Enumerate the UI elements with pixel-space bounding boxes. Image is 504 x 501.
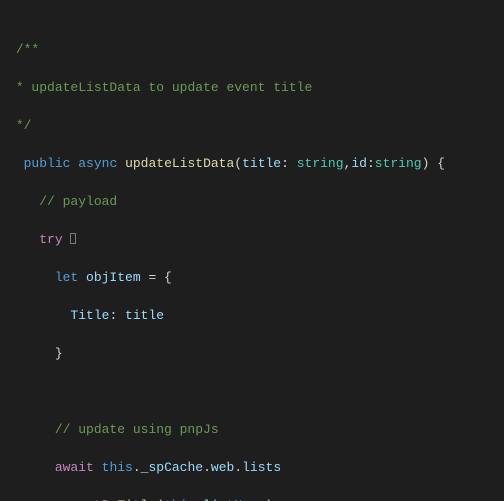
code-line[interactable]: await this._spCache.web.lists bbox=[4, 458, 504, 477]
code-line[interactable] bbox=[4, 382, 504, 401]
comment: * updateListData to update event title bbox=[16, 80, 312, 95]
keyword: async bbox=[78, 156, 117, 171]
variable: objItem bbox=[86, 270, 141, 285]
member: web bbox=[211, 460, 234, 475]
code-line[interactable]: public async updateListData(title: strin… bbox=[4, 154, 504, 173]
code-line[interactable]: let objItem = { bbox=[4, 268, 504, 287]
comment: */ bbox=[16, 118, 32, 133]
code-content[interactable]: /** * updateListData to update event tit… bbox=[4, 0, 504, 501]
property: Title bbox=[70, 308, 109, 323]
keyword: await bbox=[55, 460, 94, 475]
code-line[interactable]: * updateListData to update event title bbox=[4, 78, 504, 97]
comment: // update using pnpJs bbox=[55, 422, 219, 437]
comment: /** bbox=[16, 42, 39, 57]
variable: title bbox=[125, 308, 164, 323]
code-line[interactable]: } bbox=[4, 344, 504, 363]
code-editor[interactable]: /** * updateListData to update event tit… bbox=[0, 0, 504, 501]
code-line[interactable]: /** bbox=[4, 40, 504, 59]
param: title bbox=[242, 156, 281, 171]
code-line[interactable]: try bbox=[4, 230, 504, 249]
type: string bbox=[297, 156, 344, 171]
code-line[interactable]: // update using pnpJs bbox=[4, 420, 504, 439]
param: id bbox=[351, 156, 367, 171]
code-line[interactable]: Title: title bbox=[4, 306, 504, 325]
member: lists bbox=[242, 460, 281, 475]
keyword: this bbox=[102, 460, 133, 475]
type: string bbox=[375, 156, 422, 171]
member: _spCache bbox=[141, 460, 203, 475]
keyword: public bbox=[24, 156, 71, 171]
function-name: updateListData bbox=[125, 156, 234, 171]
comment: // payload bbox=[39, 194, 117, 209]
bracket-match-marker bbox=[70, 233, 76, 244]
code-line[interactable]: .getByTitle(this.listName) bbox=[4, 496, 504, 501]
code-line[interactable]: */ bbox=[4, 116, 504, 135]
keyword: try bbox=[39, 232, 62, 247]
code-line[interactable]: // payload bbox=[4, 192, 504, 211]
keyword: let bbox=[55, 270, 78, 285]
